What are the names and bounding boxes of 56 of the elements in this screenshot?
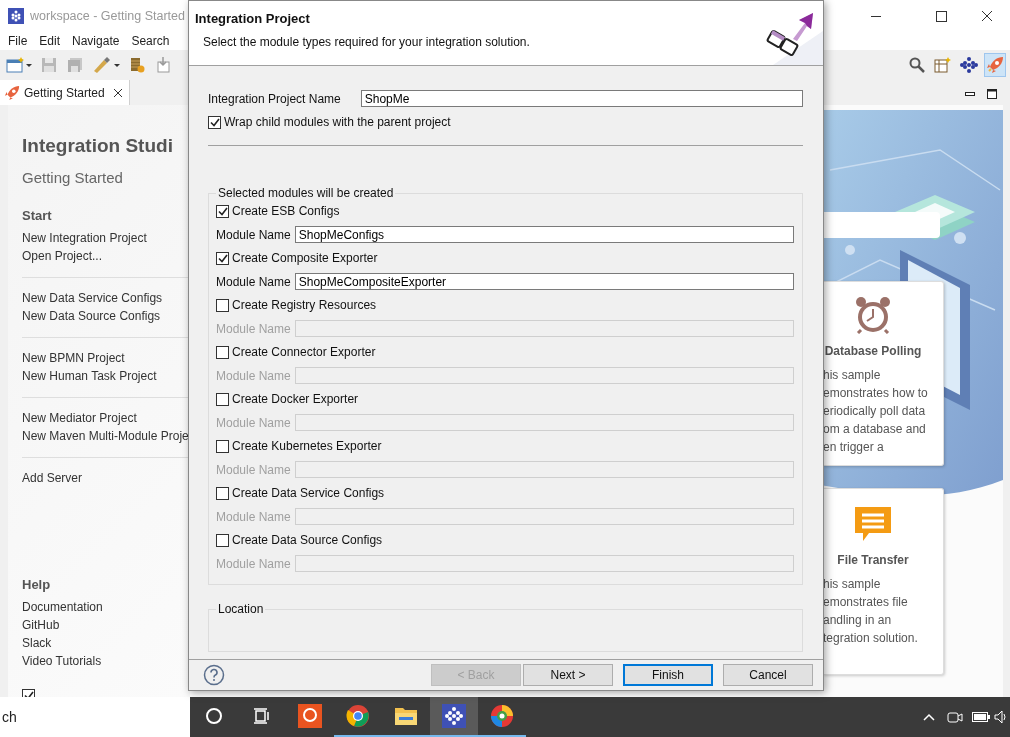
checkbox-label: Wrap child modules with the parent project: [224, 115, 451, 129]
dialog-button[interactable]: Next >: [523, 664, 613, 686]
module-name-field[interactable]: ShopMeConfigs: [294, 226, 794, 243]
checkbox-label: Create Data Service Configs: [232, 486, 385, 500]
checkbox-label: Create Data Source Configs: [232, 533, 383, 547]
field-label: Module Name: [216, 321, 291, 336]
section-heading: Help: [22, 577, 52, 592]
welcome-link[interactable]: GitHub: [22, 618, 190, 633]
welcome-link[interactable]: New Human Task Project: [22, 369, 190, 384]
welcome-link[interactable]: Add Server: [22, 471, 190, 486]
welcome-link[interactable]: Open Project...: [22, 249, 190, 264]
window-title: workspace - Getting Started: [30, 9, 185, 23]
menu-item[interactable]: File: [2, 34, 34, 48]
welcome-link[interactable]: New Data Source Configs: [22, 309, 190, 324]
search-field[interactable]: ch: [0, 697, 190, 737]
welcome-link[interactable]: Slack: [22, 636, 190, 651]
menu-item[interactable]: Search: [125, 34, 176, 48]
field-label: Module Name: [216, 368, 291, 383]
checkbox-label: Create ESB Configs: [232, 204, 340, 218]
field-label: Module Name: [216, 556, 291, 571]
field-label: Module Name: [216, 227, 291, 242]
dialog-button[interactable]: Finish: [623, 664, 713, 686]
welcome-link[interactable]: New Integration Project: [22, 231, 190, 246]
checkbox-label: Create Kubernetes Exporter: [232, 439, 382, 453]
dialog-title: Integration Project: [195, 11, 311, 26]
welcome-title: Integration Studi: [22, 135, 174, 157]
field-label: Module Name: [216, 509, 291, 524]
group-label: Selected modules will be created: [217, 186, 395, 200]
welcome-link[interactable]: Documentation: [22, 600, 190, 615]
dialog-button[interactable]: Cancel: [723, 664, 813, 686]
field-label: Module Name: [216, 462, 291, 477]
checkbox-label: Create Registry Resources: [232, 298, 377, 312]
checkbox-label: Create Composite Exporter: [232, 251, 378, 265]
welcome-link[interactable]: New Maven Multi-Module Proje: [22, 429, 190, 444]
sample-title: File Transfer: [836, 552, 910, 567]
checkbox-label: Create Connector Exporter: [232, 345, 376, 359]
field-label: Integration Project Name: [208, 91, 341, 106]
sample-description: his sample emonstrates file andling in an tegration solution.: [823, 575, 919, 647]
welcome-link[interactable]: New Mediator Project: [22, 411, 190, 426]
editor-tab[interactable]: Getting Started: [0, 80, 130, 105]
module-name-field[interactable]: ShopMeCompositeExporter: [294, 273, 794, 290]
dialog-subtitle: Select the module types required for your integration solution.: [202, 35, 531, 49]
welcome-link[interactable]: New Data Service Configs: [22, 291, 190, 306]
sample-description: his sample emonstrates how to eriodically poll data om a database and en trigger a: [823, 367, 929, 456]
field-label: Module Name: [216, 415, 291, 430]
welcome-link[interactable]: Video Tutorials: [22, 654, 190, 669]
section-heading: Start: [22, 208, 53, 223]
project-name-field[interactable]: ShopMe: [360, 90, 803, 107]
group-label: Location: [217, 602, 265, 616]
sample-title: Database Polling: [823, 344, 923, 358]
welcome-subtitle: Getting Started: [22, 169, 124, 186]
menu-item[interactable]: Edit: [33, 34, 67, 48]
field-label: Module Name: [216, 274, 291, 289]
checkbox-label: Create Docker Exporter: [232, 392, 359, 406]
welcome-link[interactable]: New BPMN Project: [22, 351, 190, 366]
menu-item[interactable]: Navigate: [66, 34, 126, 48]
